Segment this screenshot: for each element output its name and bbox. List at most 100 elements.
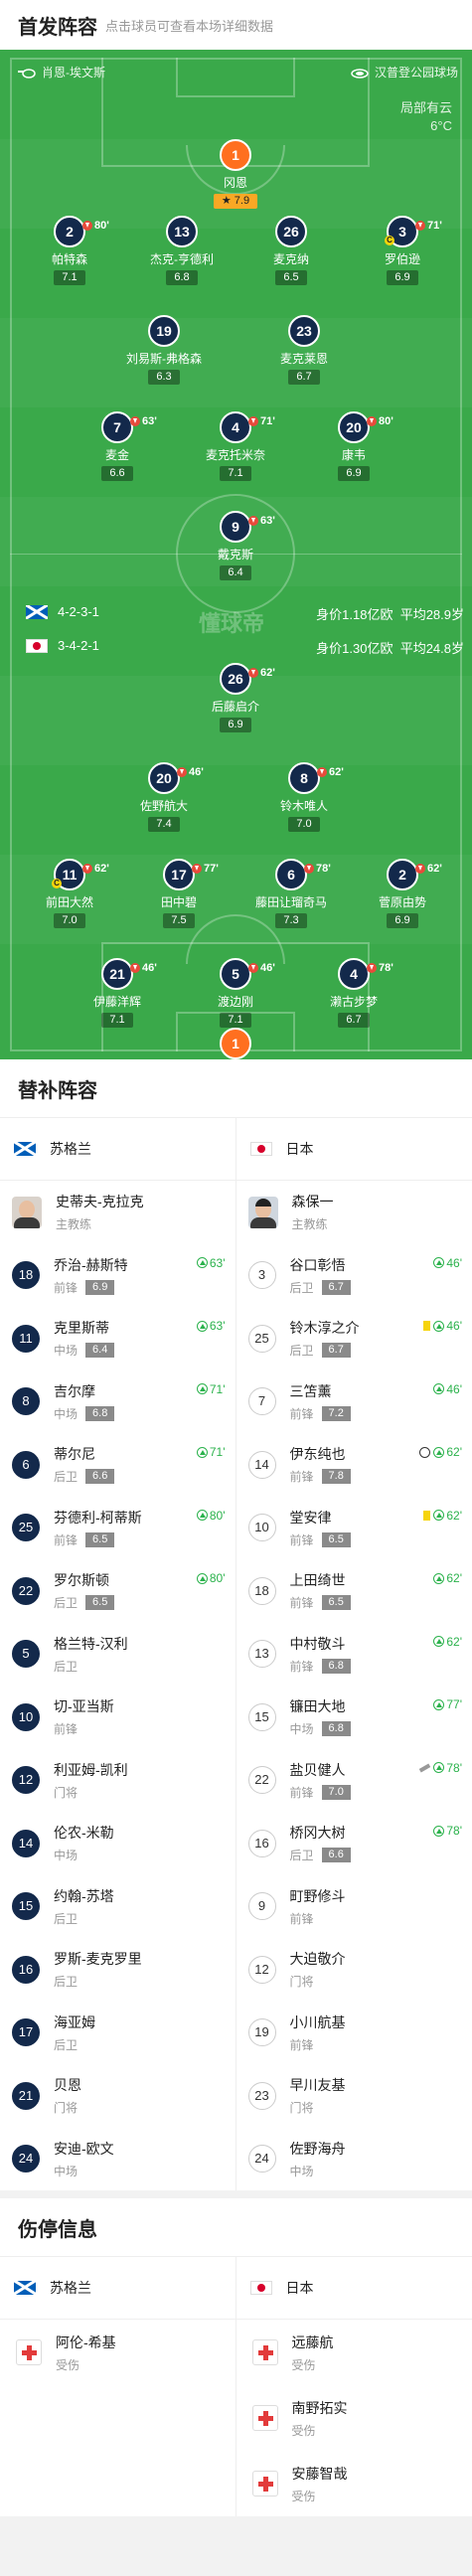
player-name: 乔治-赫斯特 [54,1255,128,1275]
away-injury-row[interactable]: 南野拓实受伤 [236,2385,472,2451]
away-sub-row[interactable]: 13中村敬斗前锋6.862' [236,1623,472,1687]
injury-status: 受伤 [292,2422,348,2439]
player-info: 利亚姆-凯利门将 [54,1760,128,1801]
away-sub-row[interactable]: 10堂安律前锋6.562' [236,1497,472,1560]
away-sub-row[interactable]: 22盐贝健人前锋7.078' [236,1749,472,1813]
home-sub-row[interactable]: 17海亚姆后卫 [0,2002,236,2065]
coach-role: 主教练 [292,1215,334,1232]
injury-home-team: 苏格兰 [0,2257,236,2319]
jersey-number: 15 [12,1892,40,1920]
home-sub-row[interactable]: 16 罗斯-麦克罗里后卫 [0,1938,236,2002]
home-coach[interactable]: 史蒂夫-克拉克主教练 [0,1181,236,1244]
sub-time: 63' [210,1256,226,1270]
home-sub-row[interactable]: 6蒂尔尼后卫6.671' [0,1433,236,1497]
sub-on-icon [433,1321,444,1332]
away-player[interactable]: 2146'伊藤洋辉7.1 [63,958,172,1028]
position-text: 中场 [54,1342,78,1359]
home-sub-row[interactable]: 18乔治-赫斯特前锋6.963' [0,1244,236,1308]
player-rating: 7.1 [220,466,250,481]
jersey-number: 23 [248,2082,276,2110]
player-rating: 7.1 [220,1013,250,1028]
home-player[interactable]: 1冈恩★ 7.9 [181,139,290,209]
home-sub-row[interactable]: 11克里斯蒂中场6.463' [0,1307,236,1370]
away-player[interactable]: 546'渡边刚7.1 [181,958,290,1028]
away-player[interactable]: 1777'田中碧7.5 [124,859,234,928]
home-player[interactable]: 371'C罗伯逊6.9 [348,216,457,285]
away-injury-row[interactable]: 安藤智哉受伤 [236,2451,472,2516]
away-player[interactable]: 1162'C前田大然7.0 [15,859,124,928]
home-player[interactable]: 23麦克莱恩6.7 [249,315,359,385]
home-sub-row[interactable]: 24安迪-欧文中场 [0,2128,236,2191]
jersey-number: 16 [12,1956,40,1984]
home-sub-row[interactable]: 8吉尔摩中场6.871' [0,1370,236,1434]
player-position: 前锋6.5 [290,1594,351,1611]
home-player[interactable]: 763'麦金6.6 [63,411,172,481]
away-player[interactable]: 862'铃木唯人7.0 [249,762,359,832]
player-name: 铃木唯人 [249,797,359,814]
home-player[interactable]: 280'帕特森7.1 [15,216,124,285]
player-info: 格兰特-汉利后卫 [54,1634,128,1675]
away-sub-row[interactable]: 9町野修斗前锋 [236,1875,472,1939]
away-sub-row[interactable]: 16桥冈大树后卫6.678' [236,1812,472,1875]
position-text: 前锋 [54,1279,78,1296]
home-sub-row[interactable]: 5格兰特-汉利后卫 [0,1623,236,1687]
away-player[interactable]: 2046'佐野航大7.4 [109,762,219,832]
player-info: 桥冈大树后卫6.6 [290,1823,351,1863]
away-player[interactable]: 478'濑古步梦6.7 [299,958,408,1028]
away-sub-row[interactable]: 24佐野海舟中场 [236,2128,472,2191]
away-sub-row[interactable]: 18上田绮世前锋6.562' [236,1559,472,1623]
away-coach[interactable]: 森保一主教练 [236,1181,472,1244]
player-position: 门将 [290,2099,346,2116]
away-injury-row[interactable]: 远藤航受伤 [236,2320,472,2385]
home-sub-row[interactable]: 14伦农-米勒中场 [0,1812,236,1875]
sub-off-icon [82,221,92,231]
away-player[interactable]: 1铃木彩艳7.1 [181,1028,290,1059]
medical-kit-icon [16,2339,42,2365]
jersey-number: 2080' [338,411,370,443]
jersey-number: 471' [220,411,251,443]
away-value: 身价1.30亿欧 [316,641,393,656]
home-player[interactable]: 963'戴克斯6.4 [181,511,290,580]
away-sub-row[interactable]: 3谷口彰悟后卫6.746' [236,1244,472,1308]
home-player[interactable]: 19刘易斯-弗格森6.3 [109,315,219,385]
sub-time: 78' [379,954,393,982]
away-sub-row[interactable]: 12大迫敬介门将 [236,1938,472,2002]
away-sub-row[interactable]: 23早川友基门将 [236,2064,472,2128]
home-sub-row[interactable]: 22罗尔斯顿后卫6.580' [0,1559,236,1623]
player-name: 吉尔摩 [54,1381,114,1401]
home-player[interactable]: 26麦克纳6.5 [236,216,346,285]
away-player[interactable]: 678'藤田让瑠奇马7.3 [236,859,346,928]
home-sub-row[interactable]: 15约翰-苏塔后卫 [0,1875,236,1939]
home-team-name: 苏格兰 [50,2278,91,2298]
jersey-number: 7 [248,1387,276,1415]
sub-off-icon [317,767,327,777]
away-sub-row[interactable]: 19小川航基前锋 [236,2002,472,2065]
player-info: 罗斯-麦克罗里后卫 [54,1949,142,1990]
away-sub-row[interactable]: 14伊东纯也前锋7.862' [236,1433,472,1497]
home-injury-row[interactable]: 阿伦-希基受伤 [0,2320,236,2385]
away-player[interactable]: 2662'后藤启介6.9 [181,663,290,732]
jersey-number: 22 [248,1766,276,1794]
bottom-spacer [0,2516,472,2576]
sub-time: 78' [446,1824,462,1838]
home-sub-row[interactable]: 12利亚姆-凯利门将 [0,1749,236,1813]
player-rating: ★ 7.9 [214,194,257,209]
home-sub-row[interactable]: 25芬德利-柯蒂斯前锋6.580' [0,1497,236,1560]
player-name: 南野拓实 [292,2398,348,2418]
home-player[interactable]: 13杰克-亨德利6.8 [127,216,236,285]
home-sub-row[interactable]: 21贝恩门将 [0,2064,236,2128]
home-goal-box [176,58,295,97]
home-player[interactable]: 471'麦克托米奈7.1 [181,411,290,481]
player-info: 罗尔斯顿后卫6.5 [54,1570,114,1611]
home-player[interactable]: 2080'康韦6.9 [299,411,408,481]
sub-on-tag: 80' [197,1509,226,1523]
away-sub-row[interactable]: 25铃木淳之介后卫6.746' [236,1307,472,1370]
home-sub-row[interactable]: 10切-亚当斯前锋 [0,1686,236,1749]
away-squad-value: 身价1.30亿欧 平均24.8岁 [316,638,464,657]
player-name: 贝恩 [54,2075,81,2095]
away-player[interactable]: 262'菅原由势6.9 [348,859,457,928]
away-sub-row[interactable]: 7三笘薰前锋7.246' [236,1370,472,1434]
position-text: 门将 [54,1784,78,1801]
away-sub-row[interactable]: 15镰田大地中场6.877' [236,1686,472,1749]
jersey-number: 11 [12,1325,40,1353]
